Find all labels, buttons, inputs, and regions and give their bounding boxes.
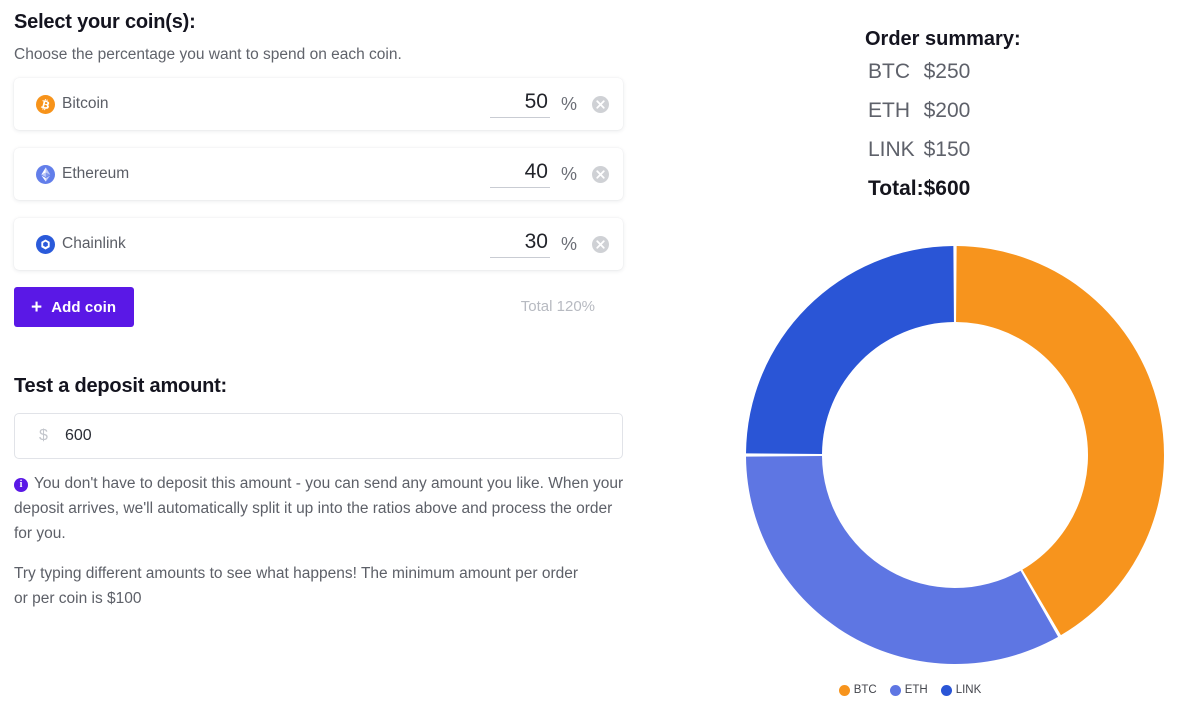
add-coin-row: + Add coin Total 120%: [14, 287, 623, 327]
remove-coin-icon[interactable]: [592, 235, 609, 253]
donut-slice-eth: [746, 456, 1059, 664]
deposit-amount-input[interactable]: [65, 427, 622, 445]
summary-value: $200: [923, 98, 971, 122]
donut-svg: [746, 246, 1164, 664]
currency-prefix-icon: $: [39, 427, 48, 444]
table-row: ETH $200: [868, 91, 970, 130]
percent-sign: %: [560, 93, 577, 114]
coin-name-label: Bitcoin: [62, 95, 109, 112]
order-summary-title: Order summary:: [865, 27, 1021, 50]
remove-coin-icon[interactable]: [592, 165, 609, 183]
allocation-donut-chart: [740, 240, 1170, 670]
deposit-amount-field[interactable]: $: [14, 413, 623, 459]
legend-color-swatch-link: [940, 684, 952, 696]
coin-identity: Ethereum: [14, 164, 130, 184]
table-row-total: Total: $600: [868, 169, 970, 208]
coin-identity: Bitcoin: [14, 94, 109, 114]
coin-allocation-page: Select your coin(s): Choose the percenta…: [0, 0, 1180, 715]
coin-selection-panel: Select your coin(s): Choose the percenta…: [14, 0, 639, 715]
summary-total-value: $600: [923, 176, 971, 200]
remove-coin-icon[interactable]: [592, 95, 609, 113]
chart-legend: BTC ETH LINK: [640, 684, 1180, 696]
coin-row-ethereum[interactable]: Ethereum %: [14, 148, 623, 200]
summary-label: LINK: [868, 137, 915, 161]
total-percent-label: Total 120%: [520, 298, 595, 315]
legend-item-btc: BTC: [838, 684, 877, 696]
legend-label-btc: BTC: [853, 684, 877, 696]
coins-subtitle: Choose the percentage you want to spend …: [14, 46, 402, 63]
coin-row-bitcoin[interactable]: Bitcoin %: [14, 78, 623, 130]
bitcoin-icon: [36, 94, 55, 114]
percent-input-bitcoin[interactable]: [489, 90, 550, 118]
legend-item-eth: ETH: [889, 684, 928, 696]
summary-value: $250: [923, 59, 971, 83]
deposit-hint-text: Try typing different amounts to see what…: [14, 565, 579, 607]
summary-value: $150: [923, 137, 971, 161]
deposit-info-text: You don't have to deposit this amount - …: [14, 475, 624, 542]
deposit-section-title: Test a deposit amount:: [14, 375, 228, 397]
summary-label: BTC: [868, 59, 910, 83]
legend-color-swatch-eth: [889, 684, 901, 696]
percent-sign: %: [560, 163, 577, 184]
summary-label: ETH: [868, 98, 910, 122]
legend-label-link: LINK: [955, 684, 982, 696]
coin-list: Bitcoin % Ethereum: [14, 78, 623, 288]
percent-controls: %: [489, 90, 609, 118]
percent-controls: %: [489, 230, 609, 258]
donut-slice-btc: [956, 246, 1164, 636]
legend-color-swatch-btc: [838, 684, 850, 696]
plus-icon: +: [31, 296, 43, 318]
add-coin-button[interactable]: + Add coin: [14, 287, 135, 327]
legend-label-eth: ETH: [904, 684, 928, 696]
coin-identity: Chainlink: [14, 234, 126, 254]
page-title: Select your coin(s):: [14, 11, 196, 33]
table-row: LINK $150: [868, 130, 970, 169]
deposit-info-note: i You don't have to deposit this amount -…: [14, 471, 629, 546]
coin-row-chainlink[interactable]: Chainlink %: [14, 218, 623, 270]
info-icon: i: [14, 478, 28, 492]
donut-slice-link: [746, 246, 954, 454]
chainlink-icon: [36, 234, 55, 254]
order-summary-panel: Order summary: BTC $250 ETH $200 LINK $1…: [640, 0, 1180, 715]
percent-input-chainlink[interactable]: [489, 230, 550, 258]
coin-name-label: Ethereum: [62, 165, 130, 182]
order-summary-table: BTC $250 ETH $200 LINK $150 Total: $600: [868, 52, 970, 208]
percent-sign: %: [560, 233, 577, 254]
summary-total-label: Total:: [868, 176, 924, 200]
add-coin-label: Add coin: [51, 298, 117, 316]
table-row: BTC $250: [868, 52, 970, 91]
percent-controls: %: [489, 160, 609, 188]
legend-item-link: LINK: [940, 684, 982, 696]
percent-input-ethereum[interactable]: [489, 160, 550, 188]
coin-name-label: Chainlink: [62, 235, 126, 252]
ethereum-icon: [36, 164, 55, 184]
